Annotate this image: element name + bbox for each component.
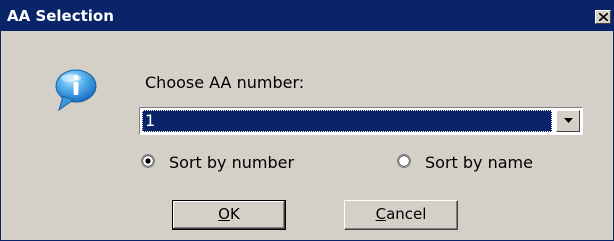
sort-by-name-label: Sort by name xyxy=(425,153,533,172)
cancel-mnemonic: C xyxy=(375,205,387,223)
title-bar[interactable]: AA Selection xyxy=(1,1,613,31)
close-icon xyxy=(599,13,608,21)
dropdown-button[interactable] xyxy=(556,110,580,132)
select-value[interactable]: 1 xyxy=(142,110,552,132)
aa-number-select[interactable]: 1 xyxy=(139,107,583,135)
radio-checked[interactable] xyxy=(141,154,155,168)
cancel-label-rest: ancel xyxy=(386,205,427,223)
prompt-label: Choose AA number: xyxy=(145,73,305,92)
info-icon xyxy=(55,69,97,112)
ok-button[interactable]: OK xyxy=(172,200,286,230)
close-button[interactable] xyxy=(595,10,611,24)
aa-selection-dialog: AA Selection Choose AA number: 1 Sort by… xyxy=(0,0,614,241)
window-title: AA Selection xyxy=(7,7,114,25)
cancel-button[interactable]: Cancel xyxy=(344,200,458,230)
ok-label-rest: K xyxy=(229,205,240,223)
radio-unchecked[interactable] xyxy=(397,154,411,168)
ok-mnemonic: O xyxy=(218,205,230,223)
sort-by-number-label: Sort by number xyxy=(169,153,295,172)
chevron-down-icon xyxy=(564,118,573,123)
